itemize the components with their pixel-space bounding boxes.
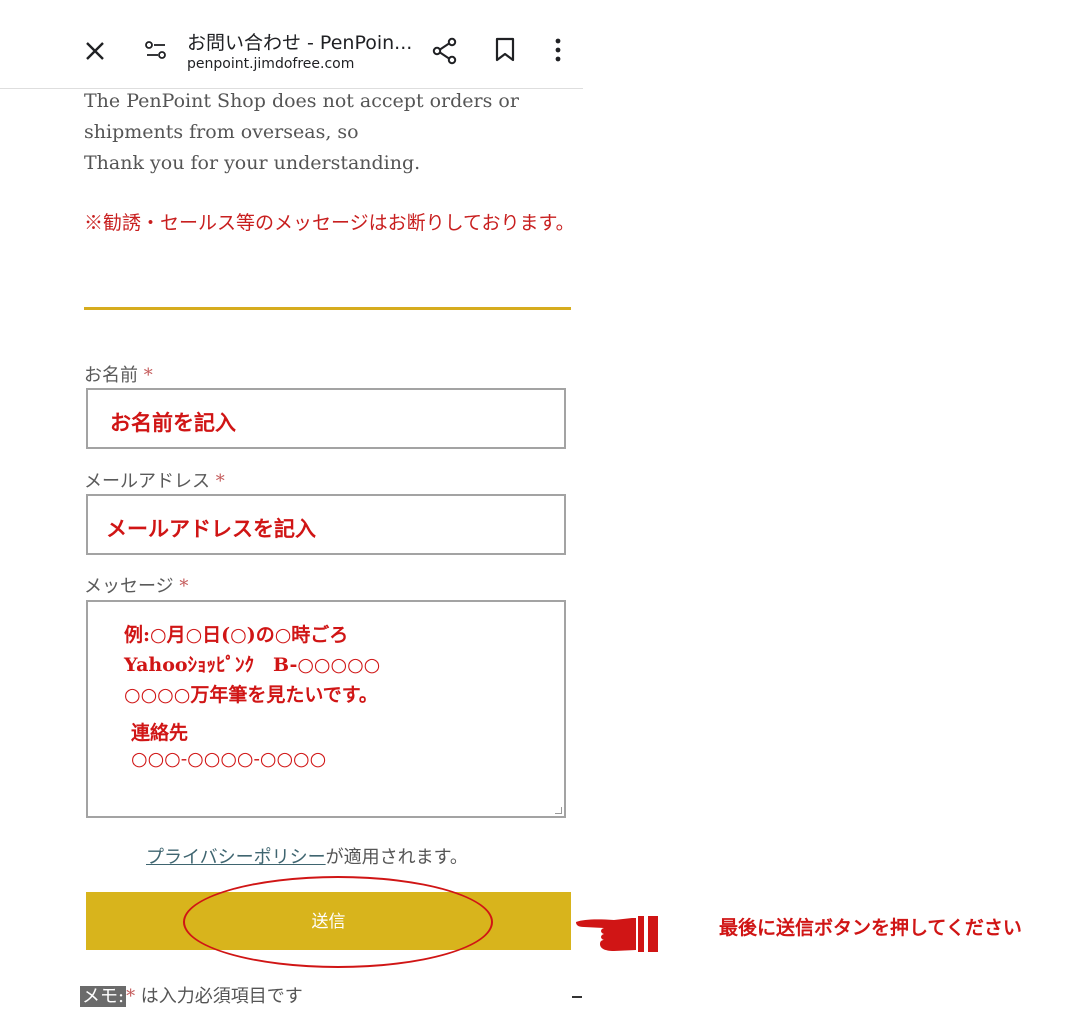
- more-vert-icon[interactable]: [553, 37, 563, 63]
- close-icon[interactable]: [83, 39, 107, 63]
- required-mark: *: [126, 986, 136, 1007]
- email-label: メールアドレス *: [84, 467, 225, 493]
- required-memo: メモ: * は入力必須項目です: [80, 982, 303, 1008]
- page-title[interactable]: お問い合わせ - PenPoin...: [187, 28, 417, 55]
- name-field-value: お名前を記入: [110, 410, 236, 435]
- browser-toolbar: お問い合わせ - PenPoin... penpoint.jimdofree.c…: [0, 0, 583, 89]
- resize-grip-icon[interactable]: [555, 807, 562, 814]
- memo-tag: メモ:: [80, 986, 127, 1007]
- required-mark: *: [215, 471, 225, 492]
- notice-line: Thank you for your understanding.: [84, 152, 421, 174]
- overseas-notice: The PenPoint Shop does not accept orders…: [84, 86, 564, 179]
- bookmark-icon[interactable]: [494, 37, 516, 63]
- scroll-indicator: [572, 996, 582, 998]
- section-divider: [84, 307, 571, 310]
- required-mark: *: [179, 576, 189, 597]
- message-line: 連絡先: [131, 722, 189, 744]
- required-mark: *: [143, 365, 153, 386]
- message-label-text: メッセージ: [84, 576, 174, 597]
- message-line: Yahooｼｮｯﾋﾟﾝｸ B-○○○○○: [124, 654, 381, 676]
- message-line: 例:○月○日(○)の○時ごろ: [124, 624, 349, 646]
- submit-callout: 最後に送信ボタンを押してください: [719, 917, 1022, 939]
- submit-button[interactable]: 送信: [86, 892, 571, 950]
- privacy-suffix: が適用されます。: [325, 847, 468, 868]
- privacy-notice: プライバシーポリシーが適用されます。: [146, 843, 468, 869]
- message-line: ○○○○万年筆を見たいです。: [124, 684, 378, 706]
- page-url[interactable]: penpoint.jimdofree.com: [187, 56, 354, 72]
- name-label: お名前 *: [84, 361, 153, 387]
- email-field[interactable]: メールアドレスを記入: [86, 494, 566, 555]
- message-line: ○○○-○○○○-○○○○: [131, 748, 327, 770]
- page-settings-icon[interactable]: [144, 40, 168, 62]
- message-textarea[interactable]: 例:○月○日(○)の○時ごろ Yahooｼｮｯﾋﾟﾝｸ B-○○○○○ ○○○○…: [86, 600, 566, 818]
- memo-text: は入力必須項目です: [135, 986, 303, 1007]
- share-icon[interactable]: [432, 37, 458, 65]
- pointing-hand-icon: [576, 916, 658, 952]
- notice-line: The PenPoint Shop does not accept orders…: [84, 90, 519, 112]
- message-label: メッセージ *: [84, 572, 188, 598]
- name-label-text: お名前: [84, 365, 138, 386]
- email-field-value: メールアドレスを記入: [106, 516, 316, 541]
- notice-line: shipments from overseas, so: [84, 121, 359, 143]
- privacy-policy-link[interactable]: プライバシーポリシー: [146, 847, 326, 868]
- solicitation-warning: ※勧誘・セールス等のメッセージはお断りしております。: [84, 212, 575, 234]
- name-field[interactable]: お名前を記入: [86, 388, 566, 449]
- email-label-text: メールアドレス: [84, 471, 210, 492]
